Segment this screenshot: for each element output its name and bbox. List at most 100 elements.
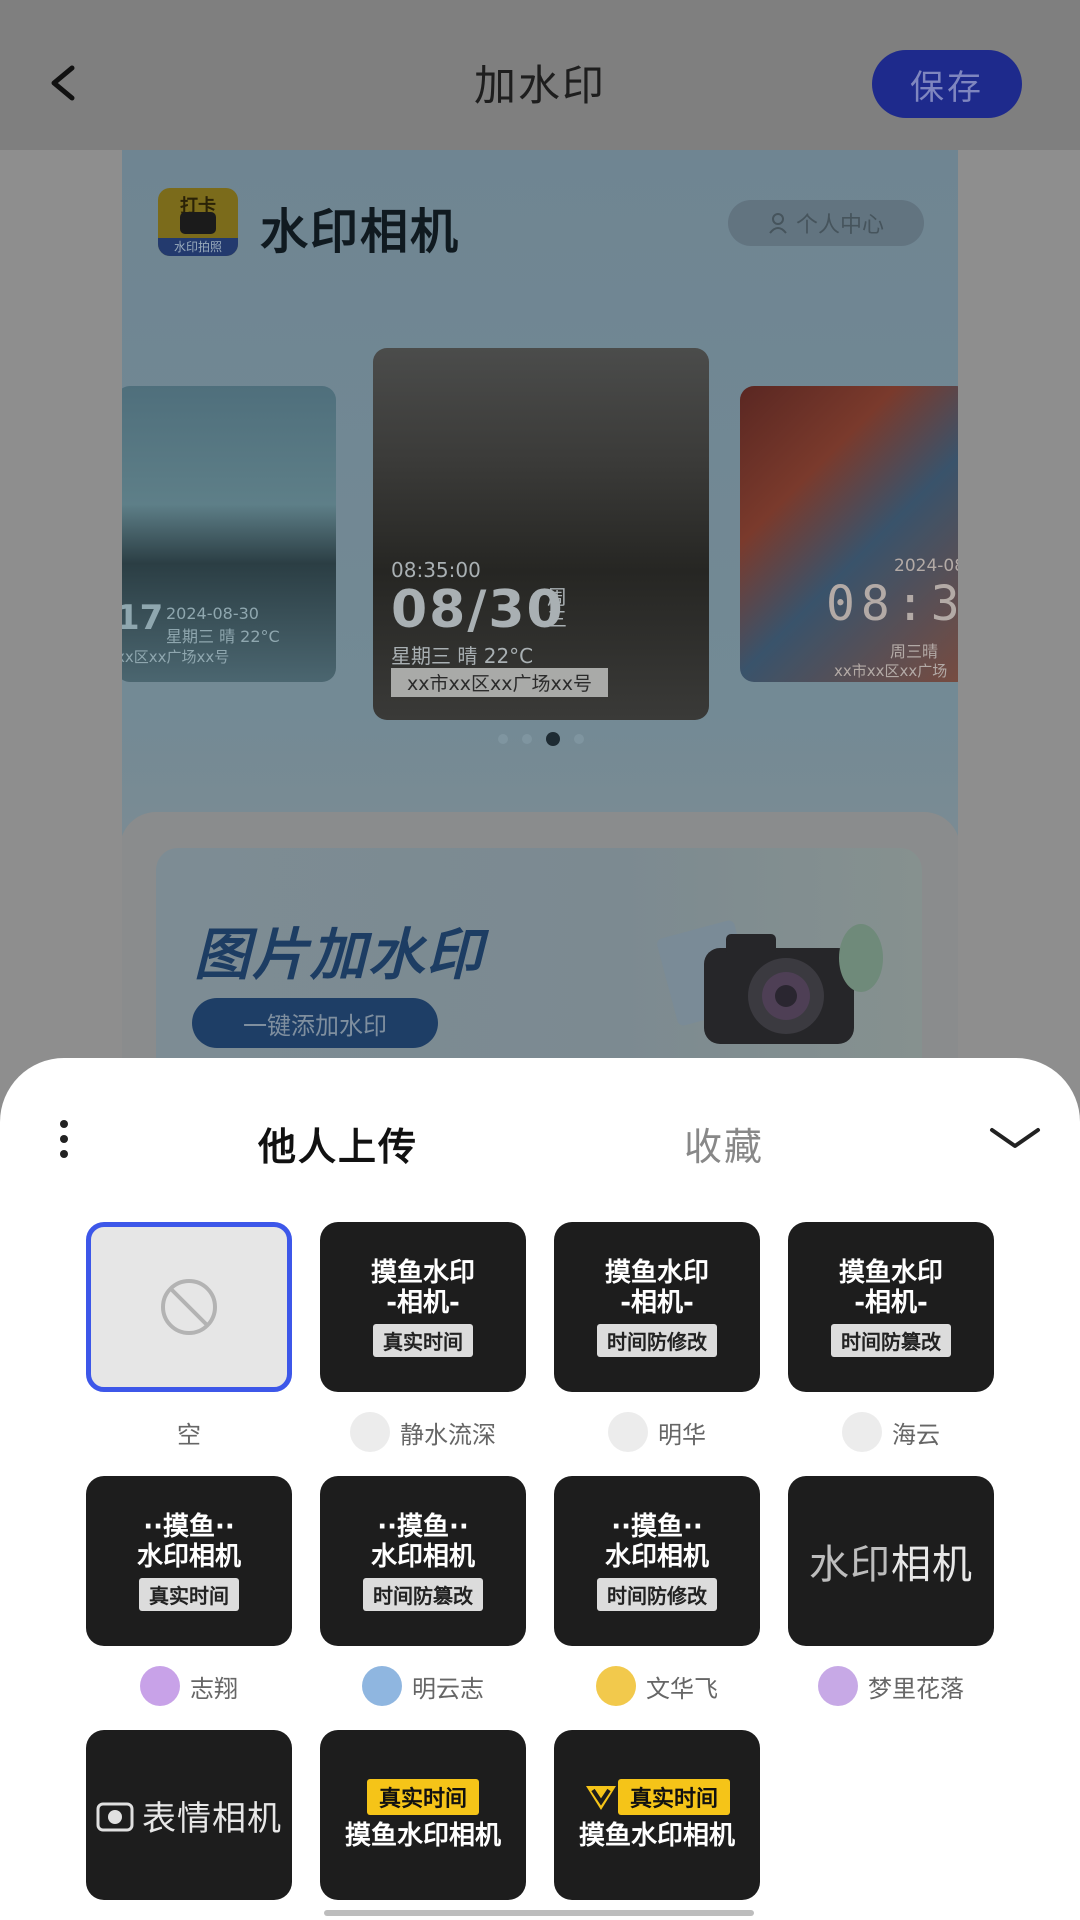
logo-text-bottom: 水印拍照 — [158, 238, 238, 256]
personal-center-button[interactable]: 个人中心 — [728, 200, 924, 246]
template-author: 静水流深 — [320, 1412, 526, 1452]
template-tag: 真实时间 — [617, 1779, 730, 1815]
template-tag: 时间防篡改 — [363, 1577, 483, 1611]
card-day: 17 — [122, 598, 164, 638]
template-line1: ··摸鱼·· — [377, 1511, 469, 1542]
template-card[interactable]: ··摸鱼·· 水印相机 真实时间 — [86, 1476, 292, 1646]
card-date: 2024-08-30 — [166, 604, 259, 623]
chevron-down-icon[interactable] — [988, 1118, 1042, 1158]
pager-dot[interactable] — [498, 734, 508, 744]
card-week: 周三晴 — [890, 642, 939, 661]
prohibited-icon — [161, 1279, 217, 1335]
template-card[interactable]: 真实时间 摸鱼水印相机 — [320, 1730, 526, 1900]
card-address: xx市xx区xx广场xx号 — [391, 668, 608, 697]
template-tag: 时间防修改 — [597, 1323, 717, 1357]
template-tag-row: 真实时间 — [584, 1779, 730, 1815]
save-button[interactable]: 保存 — [872, 50, 1022, 118]
template-line1: 摸鱼水印相机 — [344, 1821, 501, 1851]
user-icon — [769, 213, 787, 234]
card-date: 2024-08 — [894, 556, 958, 576]
avatar — [608, 1412, 648, 1452]
template-card[interactable]: 水印相机 — [788, 1476, 994, 1646]
carousel-card-right[interactable]: 2024-08 08:3 周三晴 xx市xx区xx广场 — [740, 386, 958, 682]
avatar — [596, 1666, 636, 1706]
template-text: 水印相机 — [809, 1532, 973, 1590]
camera-icon — [96, 1802, 134, 1832]
personal-center-label: 个人中心 — [795, 213, 884, 238]
template-text-right: 相机 — [891, 1542, 973, 1588]
template-author: 文华飞 — [554, 1666, 760, 1706]
camera-illustration — [657, 920, 883, 1044]
home-indicator — [324, 1910, 754, 1916]
template-card[interactable]: ··摸鱼·· 水印相机 时间防修改 — [554, 1476, 760, 1646]
card-weather: 星期三 晴 22°C — [391, 644, 534, 668]
template-tag: 真实时间 — [373, 1323, 473, 1357]
promo-title: 图片加水印 — [194, 923, 484, 988]
template-tag: 真实时间 — [366, 1779, 479, 1815]
template-line1: 摸鱼水印相机 — [578, 1821, 735, 1851]
template-author: 明华 — [554, 1412, 760, 1452]
template-card[interactable]: 摸鱼水印 -相机- 时间防篡改 — [788, 1222, 994, 1392]
author-name: 静水流深 — [400, 1420, 496, 1449]
author-name: 海云 — [892, 1420, 940, 1449]
template-card[interactable]: 真实时间 摸鱼水印相机 — [554, 1730, 760, 1900]
card-date: 08/30 — [391, 580, 565, 640]
promo-banner[interactable]: 图片加水印 一键添加水印 — [156, 848, 922, 1090]
avatar — [818, 1666, 858, 1706]
template-text: 表情 相机 — [96, 1791, 282, 1840]
template-author: 海云 — [788, 1412, 994, 1452]
template-author: 明云志 — [320, 1666, 526, 1706]
template-tag: 时间防篡改 — [831, 1323, 951, 1357]
template-card[interactable]: ··摸鱼·· 水印相机 时间防篡改 — [320, 1476, 526, 1646]
template-card[interactable]: 摸鱼水印 -相机- 时间防修改 — [554, 1222, 760, 1392]
author-name: 明云志 — [412, 1674, 484, 1703]
template-line2: 水印相机 — [136, 1541, 241, 1572]
tab-favorites[interactable]: 收藏 — [684, 1116, 764, 1171]
avatar — [842, 1412, 882, 1452]
card-address: xx市xx区xx广场 — [834, 662, 948, 680]
template-none[interactable] — [86, 1222, 292, 1392]
avatar — [362, 1666, 402, 1706]
template-tag: 时间防修改 — [597, 1577, 717, 1611]
pager-dot[interactable] — [574, 734, 584, 744]
watermark-preview: 打卡 水印拍照 水印相机 个人中心 17 2024-08-30 星期三 晴 22… — [122, 150, 958, 1090]
brand-title: 水印相机 — [260, 204, 461, 260]
camera-icon — [180, 212, 216, 234]
template-author: 梦里花落 — [788, 1666, 994, 1706]
template-text-left: 表情 — [142, 1798, 212, 1839]
avatar — [350, 1412, 390, 1452]
template-card[interactable]: 摸鱼水印 -相机- 真实时间 — [320, 1222, 526, 1392]
template-author: 空 — [86, 1412, 292, 1452]
card-address: xx区xx广场xx号 — [122, 648, 230, 666]
author-name: 志翔 — [190, 1674, 238, 1703]
template-line1: ··摸鱼·· — [143, 1511, 235, 1542]
card-weather: 星期三 晴 22°C — [166, 627, 280, 646]
more-vertical-icon[interactable] — [56, 1118, 72, 1160]
carousel-card-active[interactable]: 08:35:00 08/30 周三 星期三 晴 22°C xx市xx区xx广场x… — [373, 348, 709, 720]
template-line2: -相机- — [386, 1287, 460, 1318]
author-name: 梦里花落 — [868, 1674, 964, 1703]
template-line2: 水印相机 — [370, 1541, 475, 1572]
template-line2: -相机- — [620, 1287, 694, 1318]
app-logo: 打卡 水印拍照 — [158, 188, 238, 256]
author-name: 明华 — [658, 1420, 706, 1449]
add-watermark-button[interactable]: 一键添加水印 — [192, 998, 438, 1048]
template-line2: 水印相机 — [604, 1541, 709, 1572]
tab-others-uploads[interactable]: 他人上传 — [258, 1116, 418, 1171]
template-line1: 摸鱼水印 — [370, 1257, 475, 1288]
carousel-card-left[interactable]: 17 2024-08-30 星期三 晴 22°C xx区xx广场xx号 — [122, 386, 336, 682]
card-time: 08:3 — [826, 576, 958, 632]
card-week: 周三 — [547, 585, 567, 631]
pager-dot[interactable] — [522, 734, 532, 744]
template-line1: 摸鱼水印 — [604, 1257, 709, 1288]
template-line1: ··摸鱼·· — [611, 1511, 703, 1542]
template-card[interactable]: 表情 相机 — [86, 1730, 292, 1900]
author-name: 空 — [177, 1420, 201, 1449]
card-time: 08:35:00 — [391, 558, 481, 582]
template-line2: -相机- — [854, 1287, 928, 1318]
template-author: 志翔 — [86, 1666, 292, 1706]
pager-dot-active[interactable] — [546, 732, 560, 746]
template-text-right: 相机 — [212, 1798, 282, 1839]
avatar — [140, 1666, 180, 1706]
template-tag: 真实时间 — [139, 1577, 239, 1611]
